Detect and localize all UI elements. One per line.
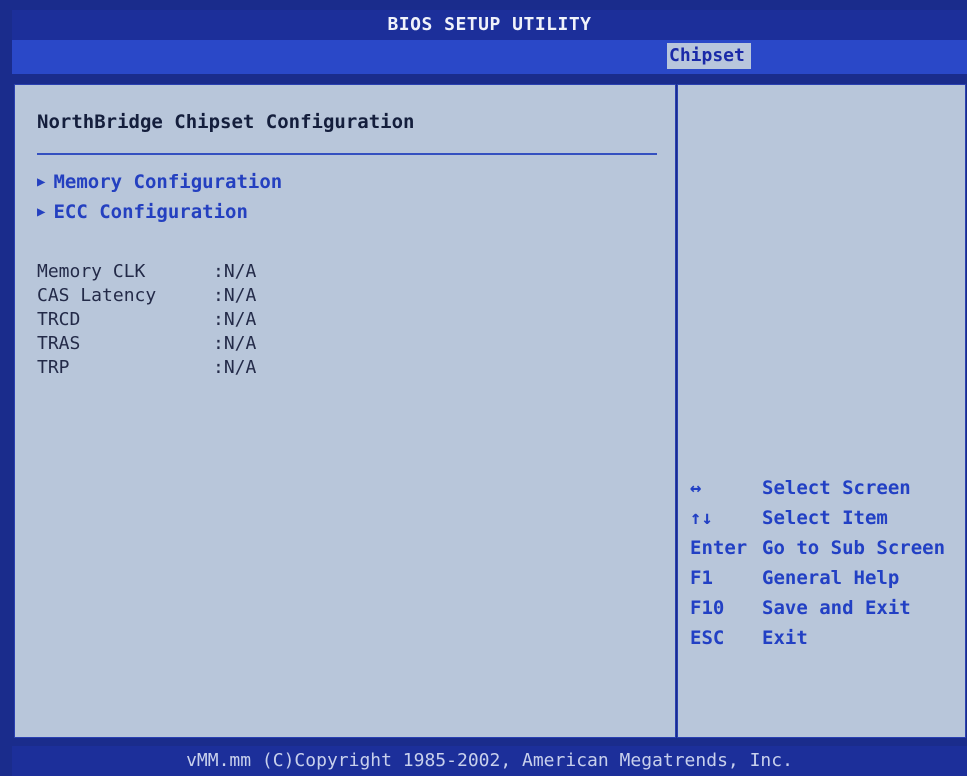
help-row-select-item: ↑↓ Select Item <box>690 507 960 537</box>
info-row-trcd: TRCD :N/A <box>37 309 256 330</box>
help-action: Exit <box>762 627 808 649</box>
help-row-general-help: F1 General Help <box>690 567 960 597</box>
info-row-memory-clk: Memory CLK :N/A <box>37 261 256 282</box>
info-row-trp: TRP :N/A <box>37 357 256 378</box>
info-label: TRP <box>37 357 70 378</box>
submenu-label: Memory Configuration <box>53 171 283 193</box>
help-row-select-screen: ↔ Select Screen <box>690 477 960 507</box>
help-row-save-exit: F10 Save and Exit <box>690 597 960 627</box>
main-panel: NorthBridge Chipset Configuration ▶ Memor… <box>14 84 676 738</box>
help-action: General Help <box>762 567 900 589</box>
info-label: TRCD <box>37 309 81 330</box>
help-row-sub-screen: Enter Go to Sub Screen <box>690 537 960 567</box>
help-action: Select Screen <box>762 477 911 499</box>
key-help-list: ↔ Select Screen ↑↓ Select Item Enter Go to … <box>690 477 960 657</box>
info-value: :N/A <box>213 357 257 378</box>
info-label: TRAS <box>37 333 81 354</box>
copyright-text: vMM.mm (C)Copyright 1985-2002, American … <box>186 750 793 771</box>
tab-chipset[interactable]: Chipset <box>667 43 751 69</box>
triangle-right-icon: ▶ <box>37 204 46 220</box>
up-down-arrow-icon: ↑↓ <box>690 507 713 529</box>
submenu-memory-configuration[interactable]: ▶ Memory Configuration <box>37 171 282 193</box>
triangle-right-icon: ▶ <box>37 174 46 190</box>
info-label: CAS Latency <box>37 285 157 306</box>
help-action: Go to Sub Screen <box>762 537 946 559</box>
copyright-footer: vMM.mm (C)Copyright 1985-2002, American … <box>12 746 967 776</box>
help-key: F1 <box>690 567 713 589</box>
info-label: Memory CLK <box>37 261 146 282</box>
help-key: ESC <box>690 627 725 649</box>
help-panel: ↔ Select Screen ↑↓ Select Item Enter Go to … <box>677 84 966 738</box>
info-value: :N/A <box>213 309 257 330</box>
submenu-label: ECC Configuration <box>53 201 248 223</box>
title-divider <box>37 153 657 155</box>
info-value: :N/A <box>213 261 257 282</box>
title-bar: BIOS SETUP UTILITY <box>12 10 967 40</box>
menu-bar: Chipset <box>12 40 967 74</box>
info-value: :N/A <box>213 333 257 354</box>
bios-screen: BIOS SETUP UTILITY Chipset NorthBridge C… <box>0 0 967 776</box>
left-right-arrow-icon: ↔ <box>690 477 702 499</box>
utility-title: BIOS SETUP UTILITY <box>387 14 592 35</box>
info-row-tras: TRAS :N/A <box>37 333 256 354</box>
info-row-cas-latency: CAS Latency :N/A <box>37 285 256 306</box>
info-value: :N/A <box>213 285 257 306</box>
submenu-ecc-configuration[interactable]: ▶ ECC Configuration <box>37 201 248 223</box>
page-title: NorthBridge Chipset Configuration <box>37 111 415 133</box>
help-key: F10 <box>690 597 725 619</box>
help-action: Select Item <box>762 507 888 529</box>
help-row-exit: ESC Exit <box>690 627 960 657</box>
help-key: Enter <box>690 537 748 559</box>
help-action: Save and Exit <box>762 597 911 619</box>
